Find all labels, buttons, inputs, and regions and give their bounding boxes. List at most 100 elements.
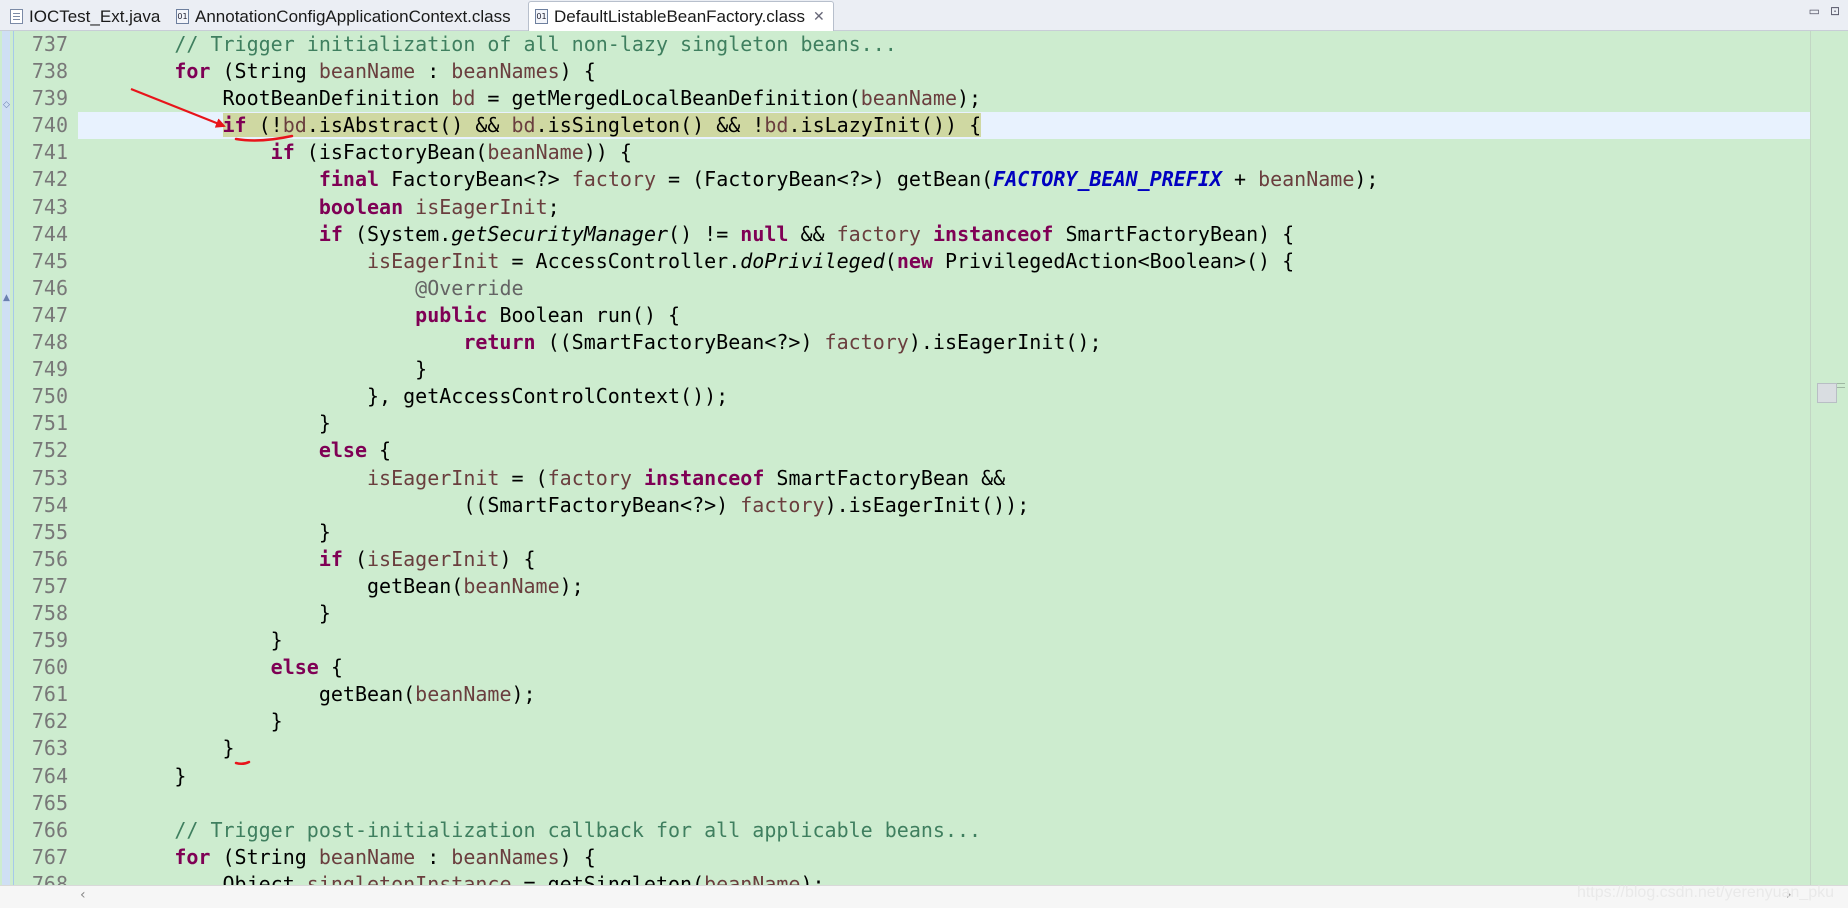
code-token: (isFactoryBean( (294, 140, 488, 165)
code-token: (String (210, 844, 319, 869)
code-token: ); (511, 682, 536, 707)
code-token: { (318, 655, 343, 680)
line-number: 745 (31, 248, 68, 273)
code-line[interactable]: boolean isEagerInit; (78, 194, 1810, 221)
code-token: } (78, 357, 428, 382)
code-token: getBean( (78, 573, 464, 598)
line-number: 766 (31, 817, 68, 842)
code-token: : (415, 59, 452, 84)
code-line[interactable]: isEagerInit = (factory instanceof SmartF… (78, 465, 1810, 492)
code-line[interactable]: for (String beanName : beanNames) { (78, 58, 1810, 85)
code-line[interactable]: } (78, 763, 1810, 790)
code-token: .isAbstract() && (306, 113, 512, 138)
line-number: 756 (31, 546, 68, 571)
code-line[interactable]: // Trigger post-initialization callback … (78, 817, 1810, 844)
code-token: bd (764, 113, 789, 138)
code-line[interactable]: } (78, 410, 1810, 437)
code-line[interactable]: for (String beanName : beanNames) { (78, 844, 1810, 871)
line-number: 747 (31, 302, 68, 327)
code-line[interactable]: if (System.getSecurityManager() != null … (78, 221, 1810, 248)
line-number: 740 (31, 113, 68, 138)
tab-ioctest-ext[interactable]: IOCTest_Ext.java (4, 2, 168, 31)
quick-diff-bar (2, 31, 10, 885)
line-number: 762 (31, 709, 68, 734)
code-token: .isSingleton() && ! (535, 113, 765, 138)
code-token: factory (740, 492, 825, 517)
code-line[interactable]: final FactoryBean<?> factory = (FactoryB… (78, 166, 1810, 193)
horizontal-scrollbar[interactable]: ‹ › (0, 885, 1848, 908)
code-line[interactable]: if (isFactoryBean(beanName)) { (78, 139, 1810, 166)
code-line[interactable]: @Override (78, 275, 1810, 302)
code-line[interactable]: getBean(beanName); (78, 573, 1810, 600)
source-code[interactable]: // Trigger initialization of all non-laz… (78, 31, 1810, 898)
code-token: doPrivileged (740, 248, 885, 273)
code-token: ); (957, 86, 982, 111)
tab-label: DefaultListableBeanFactory.class (554, 6, 806, 26)
code-token: beanNames (451, 59, 560, 84)
line-number: 738 (31, 59, 68, 84)
code-token: return (463, 330, 536, 355)
code-token: bd (451, 86, 476, 111)
code-line[interactable]: } (78, 708, 1810, 735)
code-line[interactable]: else { (78, 437, 1810, 464)
code-token: if (270, 140, 295, 165)
code-token: // Trigger post-initialization callback … (174, 817, 982, 842)
scroll-left-icon[interactable]: ‹ (80, 887, 86, 903)
line-number: 751 (31, 411, 68, 436)
code-line[interactable]: public Boolean run() { (78, 302, 1810, 329)
line-number: 748 (31, 330, 68, 355)
code-token: } (78, 763, 187, 788)
code-token: for (174, 844, 211, 869)
code-line[interactable]: if (isEagerInit) { (78, 546, 1810, 573)
code-token: FACTORY_BEAN_PREFIX (993, 167, 1222, 192)
code-line[interactable] (78, 790, 1810, 817)
code-token: )) { (583, 140, 632, 165)
code-token: bd (511, 113, 536, 138)
tab-label: IOCTest_Ext.java (29, 6, 161, 26)
code-token: beanName (318, 59, 416, 84)
code-line[interactable]: } (78, 735, 1810, 762)
code-line[interactable]: isEagerInit = AccessController.doPrivile… (78, 248, 1810, 275)
code-line[interactable]: getBean(beanName); (78, 681, 1810, 708)
code-line[interactable]: return ((SmartFactoryBean<?>) factory).i… (78, 329, 1810, 356)
code-token: Boolean run() { (487, 302, 681, 327)
tab-default-listable-bean-factory[interactable]: 01 DefaultListableBeanFactory.class ✕ (528, 1, 834, 31)
code-line[interactable]: } (78, 519, 1810, 546)
line-number: 749 (31, 357, 68, 382)
code-editor[interactable]: ◇ ▲ 737 738 739 740 741 742 743 744 745 746 747 748… (0, 31, 1848, 896)
code-token: ( (342, 546, 368, 571)
line-number: 746 (31, 275, 68, 300)
code-line[interactable]: RootBeanDefinition bd = getMergedLocalBe… (78, 85, 1810, 112)
code-line[interactable]: else { (78, 654, 1810, 681)
code-token: FactoryBean<?> (379, 167, 572, 192)
code-token: bd (282, 113, 307, 138)
close-icon[interactable]: ✕ (813, 9, 825, 25)
window-controls: ▭ ⊡ (1809, 4, 1840, 18)
code-token: factory (824, 330, 909, 355)
code-line[interactable]: // Trigger initialization of all non-laz… (78, 31, 1810, 58)
maximize-icon[interactable]: ⊡ (1830, 4, 1840, 18)
code-token: ); (1354, 167, 1379, 192)
tab-annotation-config-application-context[interactable]: 01 AnnotationConfigApplicationContext.cl… (170, 2, 519, 31)
code-line[interactable]: } (78, 600, 1810, 627)
code-line[interactable]: ((SmartFactoryBean<?>) factory).isEagerI… (78, 492, 1810, 519)
code-line[interactable]: }, getAccessControlContext()); (78, 383, 1810, 410)
minimize-icon[interactable]: ▭ (1809, 4, 1820, 18)
code-token: beanName (415, 682, 512, 707)
code-token: isEagerInit (366, 465, 500, 490)
overview-ruler[interactable] (1810, 31, 1848, 885)
code-token: isEagerInit (415, 194, 548, 219)
override-marker-icon[interactable]: ▲ (3, 293, 10, 303)
line-number: 752 (31, 438, 68, 463)
code-line[interactable]: if (!bd.isAbstract() && bd.isSingleton()… (78, 112, 1810, 140)
code-line[interactable]: } (78, 356, 1810, 383)
line-number: 737 (31, 32, 68, 56)
code-line[interactable]: } (78, 627, 1810, 654)
scroll-thumb[interactable] (1817, 383, 1837, 403)
code-token: ( (884, 248, 897, 273)
code-token: beanNames (451, 844, 560, 869)
